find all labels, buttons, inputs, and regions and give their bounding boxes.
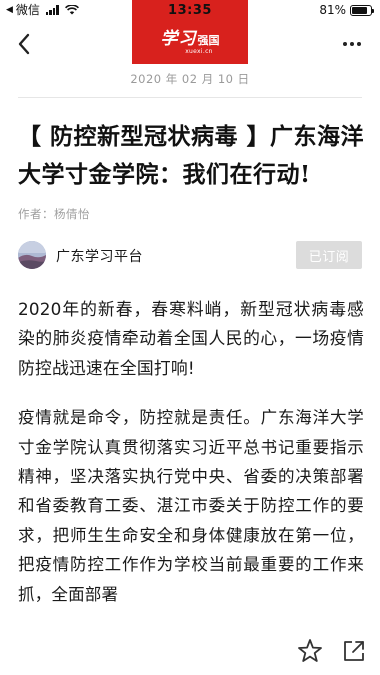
article-author: 作者：杨倩怡 [18, 207, 90, 221]
subscribe-button[interactable]: 已订阅 [296, 241, 362, 269]
favorite-button[interactable] [296, 637, 324, 665]
logo-url: xuexi.cn [185, 48, 213, 55]
wifi-icon [64, 5, 79, 15]
share-button[interactable] [340, 637, 368, 665]
more-options-button[interactable] [338, 32, 366, 56]
article-title: 【 防控新型冠状病毒 】广东海洋大学寸金学院：我们在行动! [18, 123, 365, 188]
status-time: 13:35 [168, 3, 212, 18]
cellular-signal-icon [45, 5, 59, 15]
article-paragraph: 2020年的新春，春寒料峭，新型冠状病毒感染的肺炎疫情牵动着全国人民的心，一场疫… [18, 299, 364, 378]
xuexi-logo: 学习强国 [132, 24, 248, 49]
avatar-image [18, 241, 46, 269]
logo-main-text: 学习 [160, 29, 197, 49]
status-left: ◀ 微信 [6, 3, 79, 17]
status-right: 81% [319, 3, 374, 17]
battery-percent: 81% [319, 3, 346, 17]
source-row: 广东学习平台 已订阅 [18, 241, 362, 271]
brand-header: 13:35 学习强国 xuexi.cn [132, 0, 248, 64]
chevron-left-icon [18, 33, 30, 55]
back-to-app-icon[interactable]: ◀ [6, 3, 13, 17]
header-divider [18, 97, 362, 98]
source-avatar[interactable] [18, 241, 46, 269]
star-icon [298, 639, 322, 662]
back-to-app-label[interactable]: 微信 [16, 3, 40, 17]
article-paragraph: 疫情就是命令，防控就是责任。广东海洋大学寸金学院认真贯彻落实习近平总书记重要指示… [18, 408, 364, 604]
bottom-toolbar [0, 625, 380, 675]
article-body: 2020年的新春，春寒料峭，新型冠状病毒感染的肺炎疫情牵动着全国人民的心，一场疫… [18, 295, 364, 629]
source-name[interactable]: 广东学习平台 [56, 246, 143, 266]
more-dot-icon [343, 42, 347, 46]
share-icon [344, 641, 364, 661]
battery-icon [350, 4, 374, 16]
more-dot-icon [357, 42, 361, 46]
publish-date: 2020 年 02 月 10 日 [130, 72, 250, 86]
more-dot-icon [350, 42, 354, 46]
back-button[interactable] [10, 30, 38, 58]
logo-sub-text: 强国 [197, 34, 220, 47]
